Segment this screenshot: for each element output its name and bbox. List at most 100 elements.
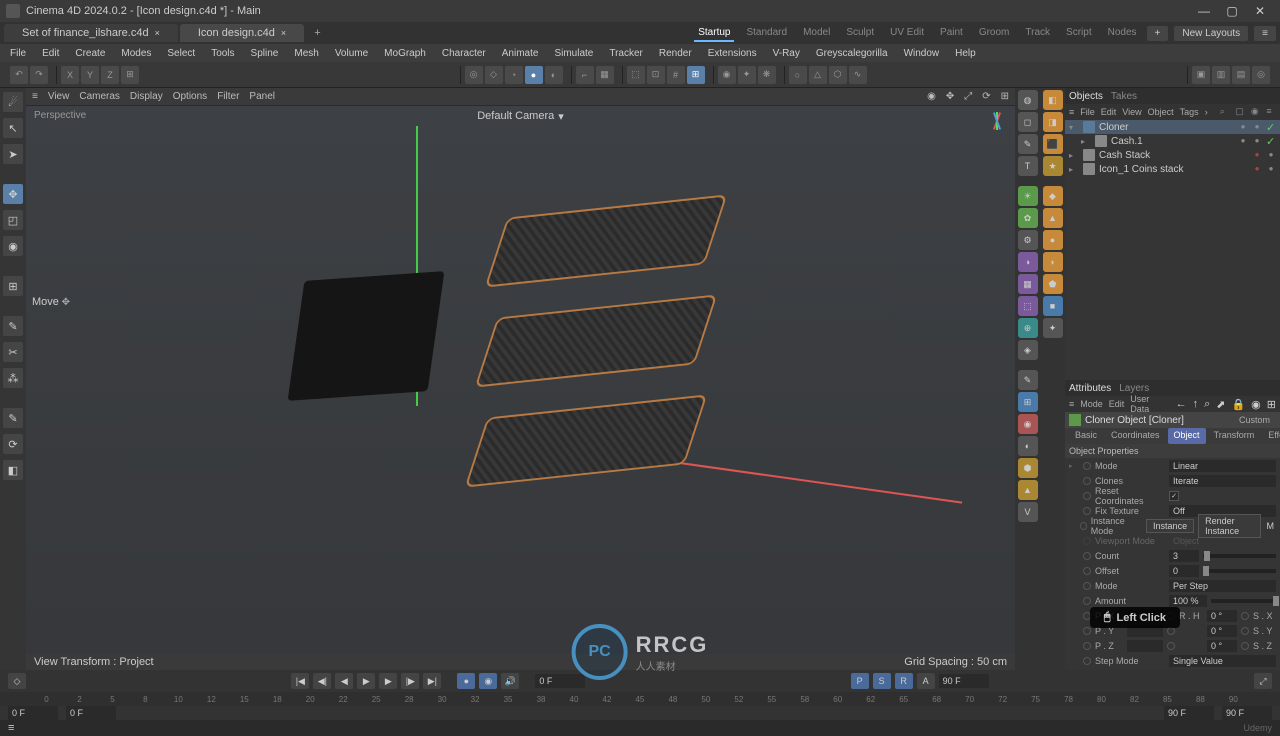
- tool[interactable]: ✂: [3, 342, 23, 362]
- menu-mesh[interactable]: Mesh: [290, 46, 322, 61]
- palette-icon[interactable]: ◈: [1018, 340, 1038, 360]
- layout-mode-model[interactable]: Model: [799, 25, 834, 42]
- subtab-transform[interactable]: Transform: [1208, 428, 1261, 444]
- viewport-menu-options[interactable]: Options: [173, 91, 207, 102]
- palette-icon[interactable]: ◧: [1043, 90, 1063, 110]
- eye-icon[interactable]: ◉: [1251, 106, 1261, 118]
- axis-z-button[interactable]: Z: [101, 66, 119, 84]
- visibility-dot[interactable]: ●: [1266, 150, 1276, 160]
- palette-icon[interactable]: ✎: [1018, 370, 1038, 390]
- palette-icon[interactable]: ✿: [1018, 208, 1038, 228]
- visibility-dot[interactable]: ●: [1238, 122, 1248, 132]
- viewport-menu-view[interactable]: View: [48, 91, 70, 102]
- palette-icon[interactable]: ✦: [1043, 318, 1063, 338]
- maximize-button[interactable]: ▢: [1218, 2, 1246, 20]
- visibility-dot[interactable]: ●: [1266, 164, 1276, 174]
- toolbar-icon[interactable]: ⌐: [576, 66, 594, 84]
- tool[interactable]: ⊞: [3, 276, 23, 296]
- viewport-menu-display[interactable]: Display: [130, 91, 163, 102]
- toolbar-icon[interactable]: ◉: [718, 66, 736, 84]
- tool[interactable]: ✎: [3, 408, 23, 428]
- palette-icon[interactable]: ★: [1043, 156, 1063, 176]
- add-layout-button[interactable]: +: [1147, 26, 1169, 41]
- layout-mode-startup[interactable]: Startup: [694, 25, 734, 42]
- picture-viewer-button[interactable]: ◎: [1252, 66, 1270, 84]
- nav-back-icon[interactable]: ←: [1176, 398, 1187, 410]
- goto-start-button[interactable]: |◀: [291, 673, 309, 689]
- palette-icon[interactable]: ◐: [1018, 436, 1038, 456]
- palette-icon[interactable]: ◨: [1043, 112, 1063, 132]
- filter-icon[interactable]: ▢: [1235, 106, 1245, 118]
- menu-volume[interactable]: Volume: [331, 46, 372, 61]
- tree-item-cloner[interactable]: ▾ Cloner ● ● ✓: [1065, 120, 1280, 134]
- offset-slider[interactable]: [1203, 569, 1276, 573]
- tab-close-icon[interactable]: ×: [281, 28, 286, 38]
- toolbar-icon[interactable]: ∿: [849, 66, 867, 84]
- menu-create[interactable]: Create: [71, 46, 109, 61]
- toolbar-icon[interactable]: ◎: [465, 66, 483, 84]
- next-key-button[interactable]: |▶: [401, 673, 419, 689]
- objects-tab[interactable]: Objects: [1069, 91, 1103, 102]
- prev-key-button[interactable]: ◀|: [313, 673, 331, 689]
- visibility-dot[interactable]: ●: [1238, 136, 1248, 146]
- obj-menu-edit[interactable]: Edit: [1101, 107, 1117, 117]
- visibility-dot[interactable]: ●: [1252, 164, 1262, 174]
- render-region-button[interactable]: ▥: [1212, 66, 1230, 84]
- attr-mode-dropdown[interactable]: Custom: [1233, 414, 1276, 426]
- viewport-nav-icon[interactable]: ✥: [946, 91, 954, 102]
- next-frame-button[interactable]: ▶: [379, 673, 397, 689]
- toolbar-icon[interactable]: ◐: [545, 66, 563, 84]
- palette-icon[interactable]: ◉: [1018, 414, 1038, 434]
- timeline-expand-icon[interactable]: ⤢: [1254, 673, 1272, 689]
- preview-start-field[interactable]: 0 F: [66, 706, 116, 720]
- toolbar-icon[interactable]: ⬡: [829, 66, 847, 84]
- menu-spline[interactable]: Spline: [247, 46, 283, 61]
- autokey-button[interactable]: ◉: [479, 673, 497, 689]
- expand-icon[interactable]: ▾: [1069, 123, 1079, 132]
- toolbar-icon[interactable]: ⊡: [647, 66, 665, 84]
- toolbar-icon[interactable]: ⊞: [687, 66, 705, 84]
- subtab-basic[interactable]: Basic: [1069, 428, 1103, 444]
- visibility-dot[interactable]: ●: [1252, 122, 1262, 132]
- toolbar-icon[interactable]: ●: [525, 66, 543, 84]
- nav-icon[interactable]: ⌕: [1204, 398, 1210, 411]
- prev-frame-button[interactable]: ◀: [335, 673, 353, 689]
- viewport-menu-filter[interactable]: Filter: [217, 91, 239, 102]
- tool[interactable]: ✎: [3, 316, 23, 336]
- attr-menu-mode[interactable]: Mode: [1080, 399, 1103, 409]
- obj-menu[interactable]: ≡: [1069, 107, 1074, 117]
- menu-window[interactable]: Window: [900, 46, 944, 61]
- nav-up-icon[interactable]: ↑: [1193, 398, 1199, 410]
- palette-icon[interactable]: ⬟: [1043, 274, 1063, 294]
- tl-button[interactable]: R: [895, 673, 913, 689]
- palette-icon[interactable]: ◑: [1018, 252, 1038, 272]
- preview-end-field[interactable]: 90 F: [1164, 706, 1214, 720]
- palette-icon[interactable]: ⬚: [1018, 296, 1038, 316]
- menu-help[interactable]: Help: [951, 46, 980, 61]
- toolbar-icon[interactable]: ✦: [738, 66, 756, 84]
- menu-edit[interactable]: Edit: [38, 46, 63, 61]
- keyframe-diamond-icon[interactable]: ◇: [8, 673, 26, 689]
- viewport-menu[interactable]: ≡: [32, 91, 38, 102]
- layout-mode-nodes[interactable]: Nodes: [1104, 25, 1141, 42]
- palette-icon[interactable]: ◻: [1018, 112, 1038, 132]
- nav-icon[interactable]: ◉: [1251, 398, 1261, 411]
- expand-icon[interactable]: ▸: [1081, 137, 1091, 146]
- lock-icon[interactable]: 🔒: [1231, 398, 1245, 411]
- menu-character[interactable]: Character: [438, 46, 490, 61]
- tool[interactable]: ⟳: [3, 434, 23, 454]
- range-start-field[interactable]: 0 F: [8, 706, 58, 720]
- tree-item[interactable]: ▸ Cash Stack ● ●: [1065, 148, 1280, 162]
- palette-icon[interactable]: ☀: [1018, 186, 1038, 206]
- palette-icon[interactable]: ⬛: [1043, 134, 1063, 154]
- goto-end-button[interactable]: ▶|: [423, 673, 441, 689]
- tool[interactable]: ◧: [3, 460, 23, 480]
- new-layouts-dropdown[interactable]: New Layouts: [1174, 26, 1248, 41]
- obj-menu-object[interactable]: Object: [1148, 107, 1174, 117]
- palette-icon[interactable]: ▲: [1018, 480, 1038, 500]
- object-tree[interactable]: ▾ Cloner ● ● ✓ ▸ Cash.1 ● ● ✓ ▸ Cash Sta…: [1065, 120, 1280, 380]
- layout-mode-script[interactable]: Script: [1062, 25, 1096, 42]
- viewport-nav-icon[interactable]: ⊞: [1001, 91, 1009, 102]
- cursor-tool[interactable]: ↖: [3, 118, 23, 138]
- palette-icon[interactable]: ▦: [1018, 274, 1038, 294]
